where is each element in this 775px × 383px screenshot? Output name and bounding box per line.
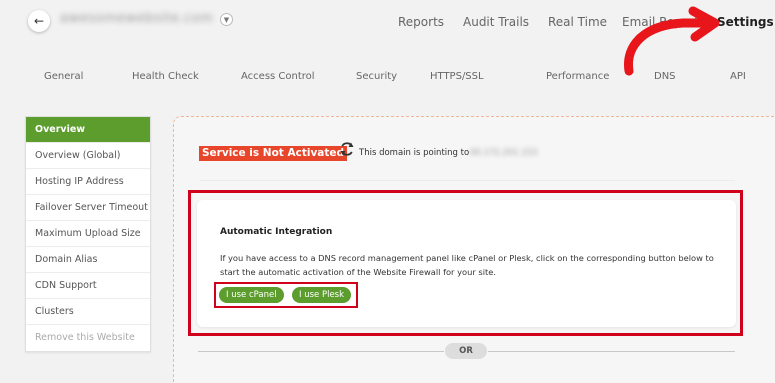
subtab-dns[interactable]: DNS	[654, 71, 676, 82]
subtab-general[interactable]: General	[44, 71, 83, 82]
or-divider-right	[488, 351, 735, 352]
subtab-security[interactable]: Security	[356, 71, 397, 82]
tab-real-time[interactable]: Real Time	[548, 15, 607, 29]
cpanel-button[interactable]: I use cPanel	[219, 287, 284, 303]
top-header: ← awesomewebsite.com ▼ Reports Audit Tra…	[0, 0, 775, 58]
sidebar-item-overview[interactable]: Overview	[26, 117, 150, 143]
subtab-https-ssl[interactable]: HTTPS/SSL	[430, 71, 484, 82]
settings-sidebar: Overview Overview (Global) Hosting IP Ad…	[25, 116, 151, 352]
pointing-text: This domain is pointing to	[359, 148, 470, 158]
subtab-access-control[interactable]: Access Control	[241, 71, 315, 82]
divider	[200, 180, 735, 181]
sidebar-item-hosting-ip[interactable]: Hosting IP Address	[26, 169, 150, 195]
domain-name: awesomewebsite.com	[60, 11, 214, 26]
tab-audit-trails[interactable]: Audit Trails	[463, 15, 529, 29]
sidebar-item-overview-global[interactable]: Overview (Global)	[26, 143, 150, 169]
sidebar-item-remove-website[interactable]: Remove this Website	[26, 325, 150, 351]
sidebar-item-clusters[interactable]: Clusters	[26, 299, 150, 325]
tab-settings[interactable]: Settings	[717, 15, 774, 29]
or-separator: OR	[445, 343, 487, 359]
back-arrow-icon[interactable]: ←	[28, 10, 50, 32]
plesk-button[interactable]: I use Plesk	[292, 287, 352, 303]
chevron-down-icon[interactable]: ▼	[220, 13, 233, 26]
refresh-icon[interactable]	[339, 141, 355, 157]
tab-reports[interactable]: Reports	[398, 15, 444, 29]
or-divider-left	[198, 351, 444, 352]
integration-description: If you have access to a DNS record manag…	[220, 253, 714, 277]
tab-email-reports[interactable]: Email Reports	[622, 15, 705, 29]
sidebar-item-cdn-support[interactable]: CDN Support	[26, 273, 150, 299]
sidebar-item-domain-alias[interactable]: Domain Alias	[26, 247, 150, 273]
ip-address: 00.172.201.153	[470, 148, 538, 158]
integration-title: Automatic Integration	[220, 227, 333, 237]
sidebar-item-failover-timeout[interactable]: Failover Server Timeout	[26, 195, 150, 221]
subtab-health-check[interactable]: Health Check	[132, 71, 199, 82]
subtab-api[interactable]: API	[730, 71, 746, 82]
subtab-performance[interactable]: Performance	[546, 71, 609, 82]
status-badge: Service is Not Activated	[199, 146, 348, 161]
sidebar-item-max-upload[interactable]: Maximum Upload Size	[26, 221, 150, 247]
